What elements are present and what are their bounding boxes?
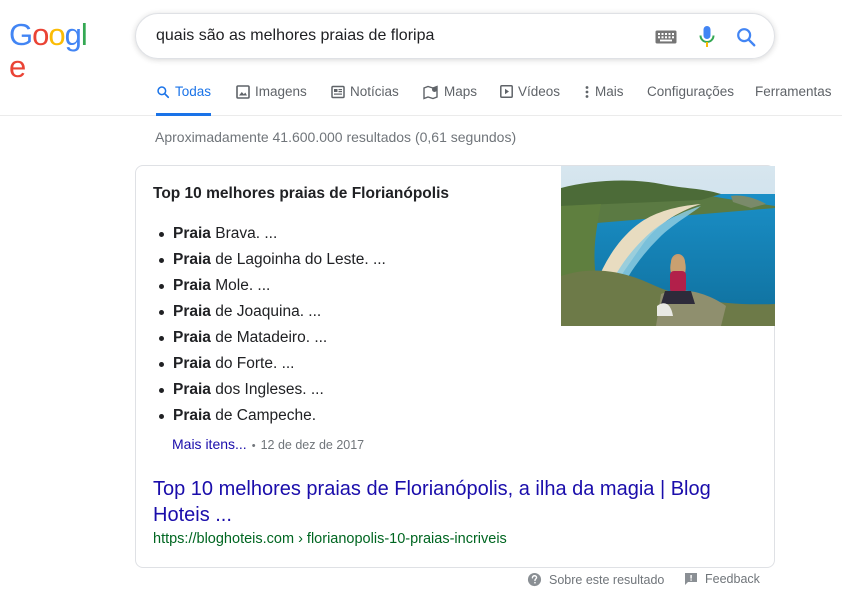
list-item: Praia de Matadeiro. ... <box>159 325 386 351</box>
tab-maps[interactable]: Maps <box>423 84 477 116</box>
map-icon <box>423 85 438 100</box>
more-items-link[interactable]: Mais itens... <box>172 436 247 452</box>
logo-letter: o <box>32 17 49 52</box>
logo-letter: g <box>64 17 82 52</box>
list-item: Praia de Joaquina. ... <box>159 299 386 325</box>
snippet-image[interactable] <box>561 166 775 326</box>
search-icon[interactable] <box>735 26 757 48</box>
beach-image <box>561 166 775 326</box>
result-title-link[interactable]: Top 10 melhores praias de Florianópolis,… <box>153 476 753 528</box>
list-item: Praia de Campeche. <box>159 403 386 429</box>
tab-ferramentas[interactable]: Ferramentas <box>755 84 832 116</box>
about-result[interactable]: Sobre este resultado <box>527 572 664 587</box>
list-item: Praia dos Ingleses. ... <box>159 377 386 403</box>
tab-label: Mais <box>595 84 624 99</box>
tab-label: Imagens <box>255 84 307 99</box>
featured-snippet: Top 10 melhores praias de Florianópolis <box>135 165 775 568</box>
tab-label: Configurações <box>647 84 735 99</box>
separator: • <box>251 440 256 452</box>
result-url: https://bloghoteis.com › florianopolis-1… <box>153 531 507 547</box>
keyboard-icon[interactable] <box>655 30 677 44</box>
search-tabs: Todas Imagens Notícias Maps Vídeos Mais … <box>0 72 842 116</box>
more-vert-icon <box>585 86 589 98</box>
tab-label: Ferramentas <box>755 84 832 99</box>
microphone-icon[interactable] <box>698 25 716 49</box>
tab-imagens[interactable]: Imagens <box>236 84 307 116</box>
news-icon <box>331 85 345 99</box>
logo-letter: o <box>48 17 65 52</box>
snippet-list: Praia Brava. ... Praia de Lagoinha do Le… <box>159 221 386 429</box>
feedback-link[interactable]: Feedback <box>684 572 760 586</box>
tab-label: Vídeos <box>518 84 561 99</box>
feedback-label: Feedback <box>705 572 760 586</box>
result-stats: Aproximadamente 41.600.000 resultados (0… <box>155 129 517 145</box>
list-item: Praia Mole. ... <box>159 273 386 299</box>
search-icon <box>157 86 170 99</box>
tab-label: Todas <box>175 84 212 99</box>
tab-noticias[interactable]: Notícias <box>331 84 399 116</box>
list-item: Praia de Lagoinha do Leste. ... <box>159 247 386 273</box>
about-result-label: Sobre este resultado <box>549 572 665 587</box>
snippet-title: Top 10 melhores praias de Florianópolis <box>153 185 450 202</box>
tab-mais[interactable]: Mais <box>584 84 624 116</box>
snippet-date: 12 de dez de 2017 <box>260 438 365 452</box>
list-item: Praia Brava. ... <box>159 221 386 247</box>
logo-letter: G <box>9 17 33 52</box>
google-logo[interactable]: Google <box>9 17 101 83</box>
logo-letter: l <box>80 17 88 52</box>
help-icon <box>527 572 542 587</box>
tab-label: Notícias <box>350 84 399 99</box>
tab-todas[interactable]: Todas <box>156 84 212 116</box>
search-input[interactable]: quais são as melhores praias de floripa <box>156 27 434 45</box>
more-items-row: Mais itens... • 12 de dez de 2017 <box>172 436 364 452</box>
tab-videos[interactable]: Vídeos <box>500 84 560 116</box>
tab-configuracoes[interactable]: Configurações <box>647 84 734 116</box>
search-box[interactable]: quais são as melhores praias de floripa <box>135 13 775 59</box>
list-item: Praia do Forte. ... <box>159 351 386 377</box>
video-icon <box>500 85 513 98</box>
feedback-icon <box>685 573 697 585</box>
image-icon <box>236 85 250 99</box>
tab-label: Maps <box>444 84 478 99</box>
